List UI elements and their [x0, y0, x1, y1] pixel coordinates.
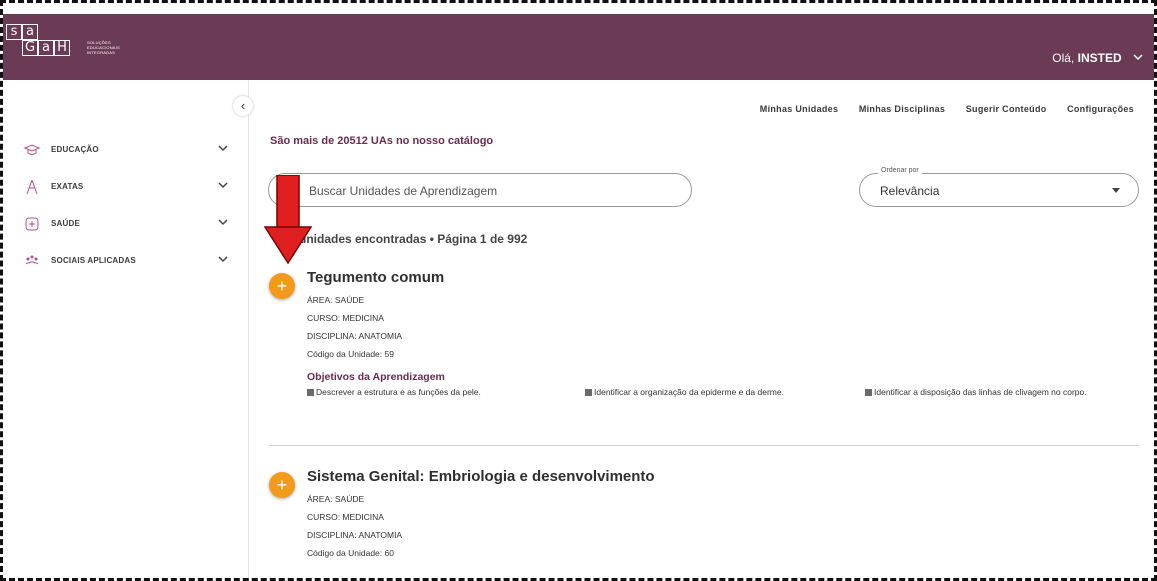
- results-count: unidades encontradas • Página 1 de 992: [299, 232, 527, 246]
- order-value: Relevância: [880, 184, 940, 198]
- bullet-square-icon: [585, 389, 592, 396]
- unit-area: ÁREA: SAÚDE: [307, 494, 365, 504]
- unit-area: ÁREA: SAÚDE: [307, 295, 365, 305]
- search-input[interactable]: Buscar Unidades de Aprendizagem: [309, 184, 497, 198]
- top-nav: Minhas Unidades Minhas Disciplinas Suger…: [742, 104, 1134, 114]
- results-of: de: [486, 232, 508, 246]
- greeting-text: Olá,: [1052, 51, 1075, 65]
- red-arrow-annotation: [263, 175, 313, 265]
- people-icon: [24, 253, 40, 269]
- unit-curso: CURSO: MEDICINA: [307, 313, 384, 323]
- objective-text: Identificar a organização da epiderme e …: [594, 387, 784, 397]
- unit-title[interactable]: Tegumento comum: [307, 269, 444, 286]
- sidebar-item-label: SAÚDE: [51, 219, 81, 228]
- catalog-title: São mais de 20512 UAs no nosso catálogo: [270, 135, 494, 147]
- divider: [269, 445, 1139, 446]
- unit-disciplina: DISCIPLINA: ANATOMIA: [307, 331, 403, 341]
- objective-text: Descrever a estrutura e as funções da pe…: [316, 387, 481, 397]
- total-pages: 992: [507, 232, 528, 246]
- nav-minhas-unidades[interactable]: Minhas Unidades: [760, 104, 839, 114]
- sidebar-item-saude[interactable]: SAÚDE: [3, 209, 248, 239]
- add-unit-button[interactable]: +: [269, 273, 295, 299]
- logo-letter: a: [38, 40, 54, 56]
- sidebar: EDUCAÇÃO EXATAS SAÚDE SOCIAIS APLICADAS: [3, 80, 249, 578]
- sidebar-item-label: EDUCAÇÃO: [51, 145, 99, 154]
- chevron-down-icon[interactable]: [216, 141, 230, 155]
- logo-tagline: SOLUÇÕES EDUCACIONAIS INTEGRADAS: [87, 40, 120, 55]
- unit-codigo: Código da Unidade: 59: [307, 349, 394, 359]
- nav-configuracoes[interactable]: Configurações: [1067, 104, 1134, 114]
- graduation-cap-icon: [23, 142, 41, 158]
- chevron-down-icon[interactable]: [216, 178, 230, 192]
- sidebar-item-label: SOCIAIS APLICADAS: [51, 256, 136, 265]
- compass-icon: [24, 179, 40, 195]
- chevron-down-icon[interactable]: [216, 252, 230, 266]
- current-page: 1: [479, 232, 487, 246]
- logo-letter: a: [22, 24, 38, 40]
- add-unit-button[interactable]: +: [269, 472, 295, 498]
- user-menu[interactable]: Olá, INSTED: [1052, 51, 1143, 65]
- sidebar-item-educacao[interactable]: EDUCAÇÃO: [3, 135, 248, 165]
- unit-title[interactable]: Sistema Genital: Embriologia e desenvolv…: [307, 468, 655, 485]
- objective-item: Descrever a estrutura e as funções da pe…: [307, 385, 577, 399]
- order-select[interactable]: Ordenar por Relevância: [859, 167, 1139, 207]
- order-legend: Ordenar por: [878, 167, 922, 174]
- objective-text: Identificar a disposição das linhas de c…: [874, 387, 1087, 397]
- sidebar-item-label: EXATAS: [51, 182, 84, 191]
- user-name: INSTED: [1077, 51, 1122, 65]
- sagah-logo[interactable]: s a G a H SOLUÇÕES EDUCACIONAIS INTEGRAD…: [6, 24, 176, 64]
- unit-codigo: Código da Unidade: 60: [307, 548, 394, 558]
- main-content: Minhas Unidades Minhas Disciplinas Suger…: [249, 80, 1154, 578]
- sidebar-item-sociais-aplicadas[interactable]: SOCIAIS APLICADAS: [3, 246, 248, 276]
- objectives-title: Objetivos da Aprendizagem: [307, 371, 445, 383]
- chevron-down-icon: [1133, 50, 1143, 64]
- bullet-square-icon: [307, 389, 314, 396]
- nav-minhas-disciplinas[interactable]: Minhas Disciplinas: [859, 104, 945, 114]
- dropdown-arrow-icon: [1112, 188, 1120, 193]
- logo-letter: G: [22, 40, 38, 56]
- nav-sugerir-conteudo[interactable]: Sugerir Conteúdo: [966, 104, 1047, 114]
- sidebar-item-exatas[interactable]: EXATAS: [3, 172, 248, 202]
- health-icon: [24, 216, 40, 232]
- bullet-square-icon: [865, 389, 872, 396]
- results-text: unidades encontradas • Página: [299, 232, 480, 246]
- objective-item: Identificar a disposição das linhas de c…: [865, 385, 1127, 399]
- objective-item: Identificar a organização da epiderme e …: [585, 385, 875, 399]
- unit-curso: CURSO: MEDICINA: [307, 512, 384, 522]
- unit-disciplina: DISCIPLINA: ANATOMIA: [307, 530, 403, 540]
- search-field[interactable]: Buscar Unidades de Aprendizagem: [268, 173, 692, 207]
- logo-letter: s: [6, 24, 22, 40]
- logo-letter: H: [54, 40, 70, 56]
- chevron-down-icon[interactable]: [216, 215, 230, 229]
